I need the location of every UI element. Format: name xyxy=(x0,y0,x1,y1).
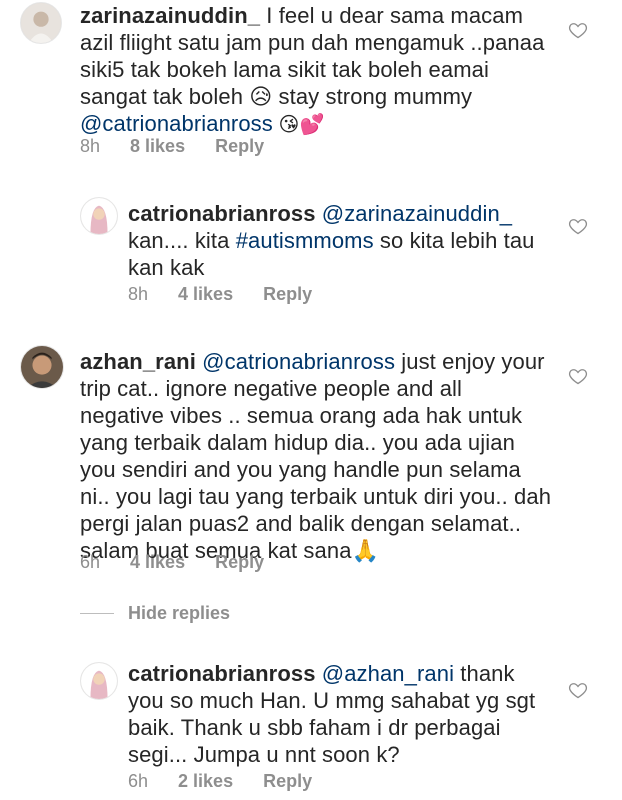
comment-text: zarinazainuddin_ I feel u dear sama maca… xyxy=(80,3,545,136)
likes-count[interactable]: 4 likes xyxy=(130,552,185,573)
comment-meta: 6h 2 likes Reply xyxy=(128,771,312,792)
username[interactable]: catrionabrianross xyxy=(128,201,316,226)
timestamp: 8h xyxy=(128,284,149,304)
hashtag[interactable]: #autismmoms xyxy=(236,228,374,253)
divider xyxy=(80,613,114,614)
hide-replies-label: Hide replies xyxy=(128,603,231,623)
reply-button[interactable]: Reply xyxy=(215,136,264,157)
timestamp: 8h xyxy=(80,136,101,156)
avatar[interactable] xyxy=(20,2,62,44)
mention[interactable]: @catrionabrianross xyxy=(202,349,395,374)
comment-text: catrionabrianross @azhan_rani thank you … xyxy=(128,661,536,767)
heart-outline-icon[interactable] xyxy=(568,680,588,700)
reply-button[interactable]: Reply xyxy=(215,552,264,573)
comment-meta: 6h 4 likes Reply xyxy=(80,552,264,573)
comment-text: catrionabrianross @zarinazainuddin_ kan.… xyxy=(128,201,535,280)
mention[interactable]: @catrionabrianross xyxy=(80,111,273,136)
timestamp: 6h xyxy=(80,552,101,572)
avatar[interactable] xyxy=(20,345,64,389)
heart-outline-icon[interactable] xyxy=(568,366,588,386)
heart-outline-icon[interactable] xyxy=(568,20,588,40)
mention[interactable]: @azhan_rani xyxy=(322,661,454,686)
likes-count[interactable]: 8 likes xyxy=(130,136,185,157)
heart-outline-icon[interactable] xyxy=(568,216,588,236)
likes-count[interactable]: 2 likes xyxy=(178,771,233,792)
comment-text: azhan_rani @catrionabrianross just enjoy… xyxy=(80,349,552,563)
reply-button[interactable]: Reply xyxy=(263,771,312,792)
username[interactable]: zarinazainuddin_ xyxy=(80,3,260,28)
comment-meta: 8h 4 likes Reply xyxy=(128,284,312,305)
comment-meta: 8h 8 likes Reply xyxy=(80,136,264,157)
reply-button[interactable]: Reply xyxy=(263,284,312,305)
likes-count[interactable]: 4 likes xyxy=(178,284,233,305)
timestamp: 6h xyxy=(128,771,149,791)
username[interactable]: catrionabrianross xyxy=(128,661,316,686)
mention[interactable]: @zarinazainuddin_ xyxy=(322,201,512,226)
username[interactable]: azhan_rani xyxy=(80,349,196,374)
avatar[interactable] xyxy=(80,197,118,235)
avatar[interactable] xyxy=(80,662,118,700)
hide-replies-button[interactable]: Hide replies xyxy=(80,603,230,624)
